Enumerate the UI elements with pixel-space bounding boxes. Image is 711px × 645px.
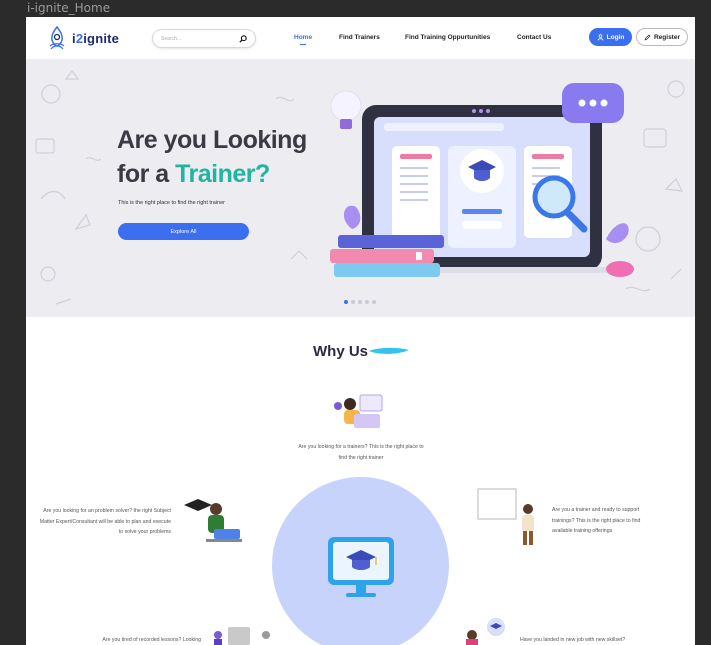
trainer-whiteboard-illustration [477,488,534,545]
feature-text-top: Are you looking for a trainers? This is … [298,444,424,461]
carousel-dot[interactable] [365,300,369,304]
nav-home[interactable]: Home [294,34,312,45]
carousel-dots [344,300,376,304]
recorded-lessons-illustration [214,627,270,645]
graduate-laptop-illustration [184,499,242,542]
hero-title-line2: for a [117,160,176,188]
student-laptop-illustration [334,394,383,428]
nav-find-training-opportunities[interactable]: Find Training Oppurtunities [405,34,490,41]
register-button[interactable]: Register [636,28,688,46]
feature-text-bottom-right: Have you landed in new job with new skil… [520,637,626,643]
carousel-dot[interactable] [372,300,376,304]
login-label: Login [606,33,625,41]
hero-title: Are you Looking for a Trainer? [117,123,307,191]
site-header: i2ignite Search... Home Find Trainers Fi… [26,17,695,59]
hero-subtitle: This is the right place to find the righ… [118,200,225,206]
user-icon [597,33,604,40]
graduation-monitor-illustration [328,537,394,597]
carousel-dot[interactable] [358,300,362,304]
chat-bubble-icon [562,83,624,123]
carousel-dot[interactable] [344,300,348,304]
pencil-icon [644,34,651,40]
logo[interactable]: i2ignite [47,26,119,50]
feature-text-bottom-left: Are you tired of recorded lessons? Looki… [102,637,201,643]
new-job-illustration [466,618,505,645]
explore-all-button[interactable]: Explore All [118,223,249,240]
laptop-illustration [330,83,634,277]
why-us-title: Why Us [313,343,369,360]
why-us-section: Why Us Are you looking for a trainers? T… [26,317,695,645]
logo-icon [49,26,65,50]
feature-text-left: Are you looking for an problem solver? t… [39,508,171,535]
feature-text-right: Are you a trainer and ready to support t… [552,507,641,534]
page: i2ignite Search... Home Find Trainers Fi… [26,17,695,645]
search-input[interactable]: Search... [161,36,239,42]
register-label: Register [653,33,680,41]
search-box[interactable]: Search... [152,29,256,48]
hero-title-accent: Trainer? [175,160,270,188]
hero-title-line1: Are you Looking [117,126,307,154]
brush-stroke-decoration [369,347,409,354]
nav-find-trainers[interactable]: Find Trainers [339,34,380,41]
books-icon [330,235,444,277]
carousel-dot[interactable] [351,300,355,304]
nav-contact-us[interactable]: Contact Us [517,34,551,41]
logo-text-ignite: ignite [83,30,120,46]
window-title: i-ignite_Home [27,1,111,15]
lightbulb-icon [330,90,362,129]
login-button[interactable]: Login [589,28,632,46]
search-icon[interactable] [239,34,247,43]
hero-banner: Are you Looking for a Trainer? This is t… [26,59,695,317]
